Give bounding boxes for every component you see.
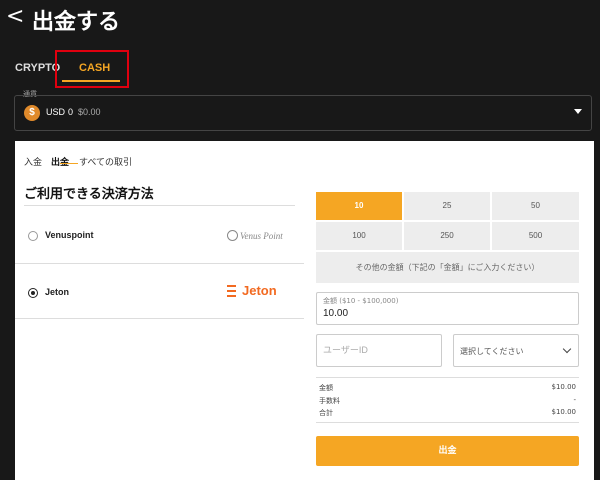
option-select-value: 選択してください	[460, 347, 524, 356]
withdraw-panel: 入金 出金 すべての取引 ご利用できる決済方法 Venuspoint Venus…	[15, 141, 594, 480]
method-name: Venuspoint	[45, 230, 94, 240]
summary-value: $10.00	[551, 383, 577, 391]
subtab-all-transactions[interactable]: すべての取引	[79, 155, 132, 168]
chevron-down-icon	[562, 344, 572, 354]
amount-field-label: 金額 ($10 - $100,000)	[323, 297, 399, 305]
venuspoint-mark-icon	[227, 230, 238, 241]
subtab-deposit[interactable]: 入金	[24, 155, 42, 168]
amount-option-10[interactable]: 10	[316, 192, 402, 220]
summary-divider	[316, 422, 579, 423]
other-amount-button[interactable]: その他の金額（下記の「金額」にご入力ください）	[316, 252, 579, 283]
user-id-input[interactable]	[323, 345, 433, 355]
method-jeton[interactable]: Jeton Jeton	[15, 263, 304, 319]
amount-option-25[interactable]: 25	[404, 192, 490, 220]
user-id-field[interactable]	[316, 334, 442, 367]
subtab-withdraw[interactable]: 出金	[51, 155, 69, 168]
withdraw-submit-button[interactable]: 出金	[316, 436, 579, 466]
active-subtab-underline	[60, 163, 78, 164]
amount-option-500[interactable]: 500	[492, 222, 579, 250]
radio-venuspoint[interactable]	[28, 231, 38, 241]
summary-label: 合計	[319, 409, 333, 417]
summary-label: 手数料	[319, 397, 340, 405]
option-select[interactable]: 選択してください	[453, 334, 579, 367]
caret-down-icon	[574, 109, 582, 114]
summary-row-fee: 手数料 -	[319, 396, 576, 408]
summary-row-total: 合計 $10.00	[319, 408, 576, 420]
amount-option-100[interactable]: 100	[316, 222, 402, 250]
venuspoint-logo-text: Venus Point	[240, 231, 283, 241]
currency-amount: $0.00	[78, 107, 101, 117]
payment-type-tabs: CRYPTO CASH	[0, 50, 600, 88]
venuspoint-logo: Venus Point	[227, 230, 289, 244]
amount-input[interactable]	[323, 308, 563, 319]
back-arrow-icon[interactable]: <	[6, 4, 24, 29]
jeton-logo-text: Jeton	[242, 283, 277, 298]
summary-row-amount: 金額 $10.00	[319, 383, 576, 395]
currency-balance: 0	[68, 107, 74, 117]
currency-code: USD	[46, 107, 66, 117]
amount-option-250[interactable]: 250	[404, 222, 490, 250]
amount-field[interactable]: 金額 ($10 - $100,000)	[316, 292, 579, 325]
dollar-coin-icon: $	[24, 105, 40, 121]
summary-value: $10.00	[551, 408, 577, 416]
jeton-mark-icon	[227, 285, 239, 298]
jeton-logo: Jeton	[227, 283, 291, 301]
currency-select[interactable]: $ USD 0 $0.00	[14, 95, 592, 131]
radio-jeton[interactable]	[28, 288, 38, 298]
payment-methods-title: ご利用できる決済方法	[24, 187, 154, 202]
summary-divider	[316, 377, 579, 378]
summary-label: 金額	[319, 384, 333, 392]
summary-value: -	[573, 396, 576, 404]
amount-option-50[interactable]: 50	[492, 192, 579, 220]
divider	[24, 205, 295, 206]
page-title: 出金する	[32, 10, 121, 35]
page-header: < 出金する	[0, 0, 600, 38]
method-name: Jeton	[45, 287, 70, 297]
cash-tab-highlight-box	[55, 50, 129, 88]
tab-crypto[interactable]: CRYPTO	[15, 62, 60, 74]
method-venuspoint[interactable]: Venuspoint Venus Point	[15, 207, 304, 263]
